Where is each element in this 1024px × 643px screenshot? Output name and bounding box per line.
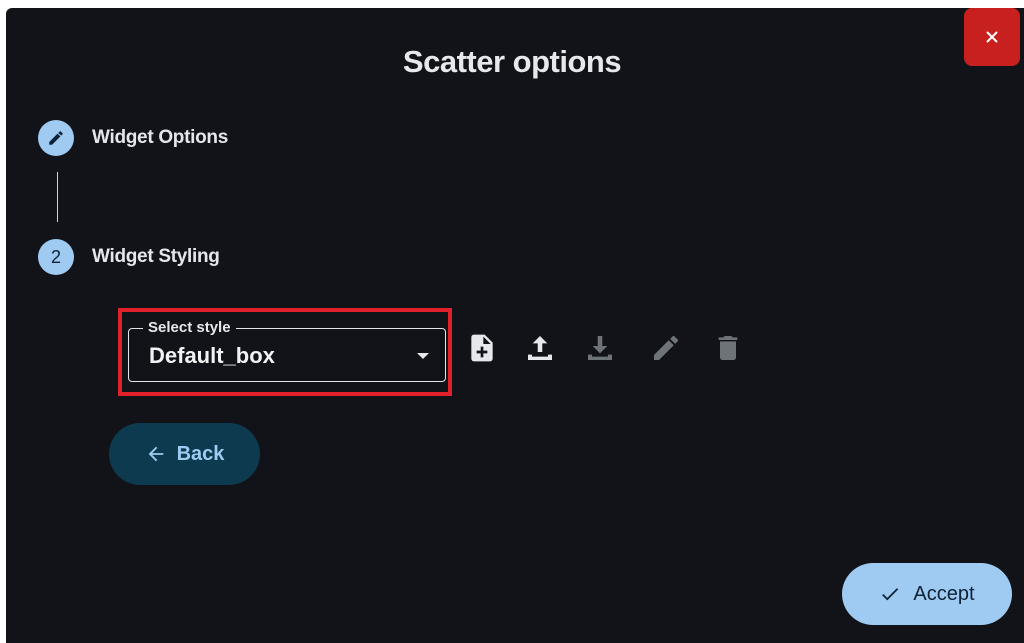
step-label: Widget Styling — [92, 246, 220, 267]
chevron-down-icon — [417, 353, 429, 359]
new-style-button[interactable] — [462, 328, 502, 368]
pencil-icon — [49, 131, 63, 145]
step-number-badge: 2 — [38, 239, 74, 275]
accept-label: Accept — [913, 582, 975, 605]
delete-style-button[interactable] — [708, 328, 748, 368]
dialog-title: Scatter options — [402, 44, 622, 79]
step-completed-badge — [38, 120, 74, 156]
back-label: Back — [176, 442, 225, 465]
edit-style-button[interactable] — [646, 328, 686, 368]
delete-icon — [718, 336, 738, 360]
back-button[interactable]: Back — [109, 423, 260, 485]
upload-icon — [528, 336, 552, 360]
download-style-button[interactable] — [580, 328, 620, 368]
check-icon — [882, 588, 899, 601]
upload-style-button[interactable] — [520, 328, 560, 368]
edit-icon — [654, 335, 678, 360]
arrow-left-icon — [148, 446, 163, 462]
step-label: Widget Options — [92, 127, 228, 148]
select-style-value: Default_box — [149, 343, 275, 368]
close-icon — [986, 31, 998, 43]
accept-button[interactable]: Accept — [842, 563, 1012, 625]
select-style-label: Select style — [143, 319, 236, 336]
step-widget-options[interactable]: Widget Options — [38, 120, 228, 156]
style-select[interactable]: Select style Default_box — [128, 319, 446, 382]
stepper-connector — [57, 172, 58, 222]
step-widget-styling[interactable]: 2 Widget Styling — [38, 239, 220, 275]
download-icon — [588, 336, 612, 360]
new-file-icon — [471, 334, 493, 362]
style-select-highlight: Select style Default_box — [118, 308, 452, 396]
